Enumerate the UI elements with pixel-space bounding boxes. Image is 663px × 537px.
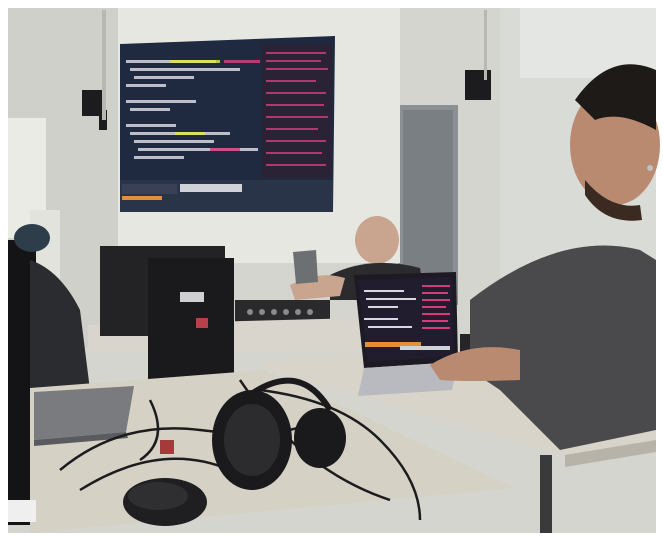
photo-scene — [0, 0, 663, 537]
projected-code-editor — [120, 36, 335, 212]
speaker-icon — [465, 70, 491, 100]
mouse-icon — [123, 478, 207, 526]
photo-illustration — [0, 0, 663, 537]
